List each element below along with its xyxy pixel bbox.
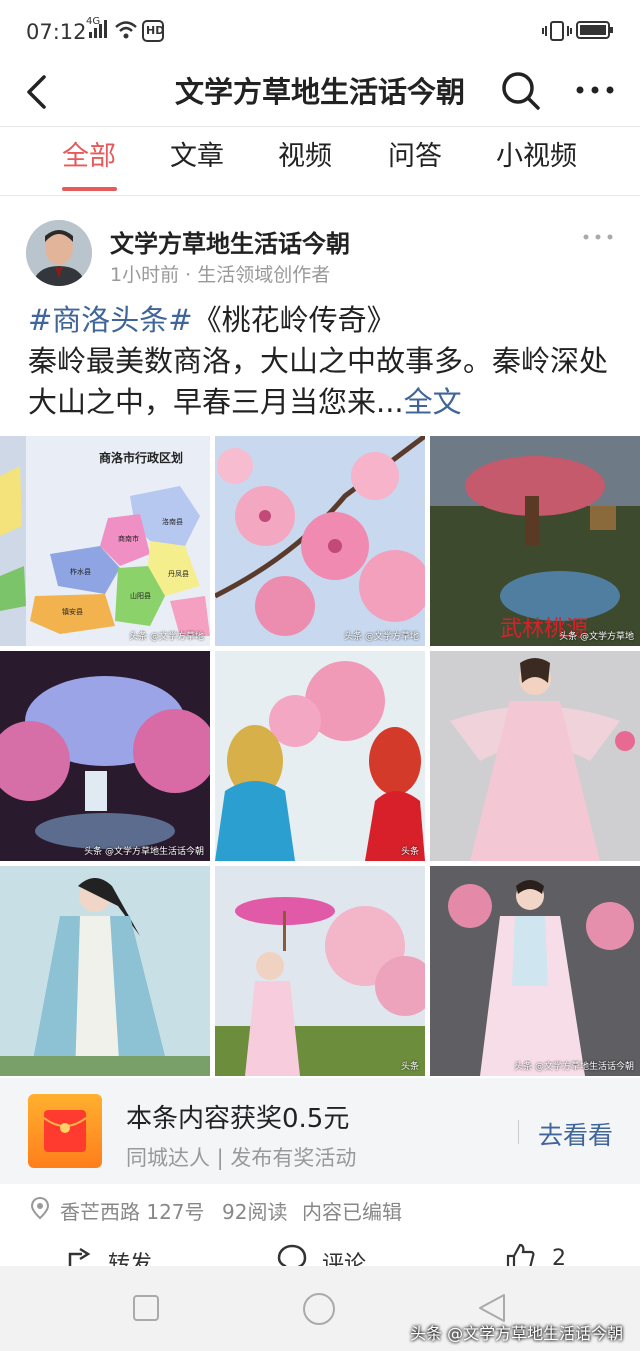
read-count: 92阅读 bbox=[222, 1200, 288, 1224]
post-header: 文学方草地生活话今朝 1小时前 · 生活领域创作者 bbox=[0, 204, 640, 290]
active-tab-indicator bbox=[62, 187, 117, 191]
parasol-girl-image bbox=[215, 866, 425, 1076]
battery-icon bbox=[576, 21, 613, 39]
red-envelope-graphic bbox=[43, 1110, 87, 1152]
location-pin-icon bbox=[30, 1196, 50, 1220]
status-bar: 07:12 4G HD bbox=[0, 0, 640, 62]
waterfall-blossom-image bbox=[0, 651, 210, 861]
full-text-link[interactable]: 全文 bbox=[404, 385, 462, 419]
map-district: 柞水县 bbox=[70, 567, 91, 576]
search-icon bbox=[502, 72, 540, 110]
more-options-button[interactable] bbox=[572, 68, 618, 114]
author-name[interactable]: 文学方草地生活话今朝 bbox=[110, 224, 350, 259]
search-button[interactable] bbox=[498, 68, 544, 114]
grid-image-hanfu[interactable]: 头条 @文学方草地生活话今朝 bbox=[430, 866, 640, 1076]
signal-icon bbox=[89, 20, 107, 38]
grid-image-fantasy[interactable]: 武林桃源 头条 @文学方草地 bbox=[430, 436, 640, 646]
status-time: 07:12 bbox=[26, 20, 87, 44]
top-bar: 文学方草地生活话今朝 bbox=[0, 62, 640, 126]
home-icon[interactable] bbox=[302, 1292, 336, 1326]
avatar[interactable] bbox=[26, 220, 92, 286]
tab-all[interactable]: 全部 bbox=[62, 137, 116, 177]
grid-image-swordsman[interactable] bbox=[0, 866, 210, 1076]
tab-short-videos[interactable]: 小视频 bbox=[496, 137, 577, 177]
map-district: 洛南县 bbox=[162, 517, 183, 526]
wifi-icon bbox=[115, 21, 137, 39]
image-watermark: 头条 @文学方草地生活话今朝 bbox=[84, 847, 204, 857]
vibrate-icon bbox=[542, 21, 572, 41]
comment-button[interactable]: 评论 bbox=[322, 1246, 366, 1266]
grid-image-waterfall[interactable]: 头条 @文学方草地生活话今朝 bbox=[0, 651, 210, 861]
grid-image-parasol[interactable]: 头条 bbox=[215, 866, 425, 1076]
go-see-button[interactable]: 去看看 bbox=[538, 1116, 613, 1152]
post-meta-row: 香芒西路 127号 92阅读 内容已编辑 bbox=[0, 1184, 640, 1234]
tab-articles[interactable]: 文章 bbox=[170, 137, 224, 177]
hashtag-link[interactable]: #商洛头条# bbox=[28, 303, 193, 337]
map-district: 商南市 bbox=[118, 534, 139, 543]
comment-icon[interactable] bbox=[276, 1244, 308, 1266]
grid-image-veiled[interactable]: 头条 bbox=[215, 651, 425, 861]
post-more-button[interactable] bbox=[578, 222, 618, 252]
map-image: 商洛市行政区划 商南市 洛南县 丹凤县 柞水县 山阳县 镇安县 bbox=[0, 436, 210, 646]
divider bbox=[518, 1120, 519, 1144]
tab-bar: 全部 文章 视频 问答 小视频 bbox=[0, 126, 640, 196]
map-district: 山阳县 bbox=[130, 591, 151, 600]
reward-subtitle: 同城达人 | 发布有奖活动 bbox=[126, 1146, 357, 1170]
image-watermark: 头条 bbox=[400, 1062, 419, 1072]
like-count: 2 bbox=[552, 1246, 566, 1266]
share-icon[interactable] bbox=[66, 1246, 94, 1266]
more-dots-icon bbox=[576, 86, 614, 94]
share-button[interactable]: 转发 bbox=[108, 1246, 152, 1266]
image-watermark: 头条 @文学方草地 bbox=[344, 632, 419, 642]
tab-qa[interactable]: 问答 bbox=[388, 137, 442, 177]
page-title: 文学方草地生活话今朝 bbox=[174, 75, 465, 109]
post-text: #商洛头条#《桃花岭传奇》 秦岭最美数商洛，大山之中故事多。秦岭深处大山之中，早… bbox=[28, 300, 618, 423]
avatar-image bbox=[26, 220, 92, 286]
post-body: 秦岭最美数商洛，大山之中故事多。秦岭深处大山之中，早春三月当您来... bbox=[28, 344, 609, 419]
recent-apps-icon[interactable] bbox=[132, 1294, 160, 1322]
author-meta: 1小时前 · 生活领域创作者 bbox=[110, 264, 331, 286]
image-watermark: 头条 bbox=[400, 847, 419, 857]
tab-videos[interactable]: 视频 bbox=[278, 137, 332, 177]
fantasy-tree-image: 武林桃源 bbox=[430, 436, 640, 646]
pink-dress-woman-image bbox=[430, 651, 640, 861]
screenshot-watermark: 头条 @文学方草地生活话今朝 bbox=[410, 1324, 624, 1343]
image-grid: 商洛市行政区划 商南市 洛南县 丹凤县 柞水县 山阳县 镇安县 头条 @文学方草… bbox=[0, 436, 640, 1076]
red-envelope-icon bbox=[28, 1094, 102, 1168]
map-district: 镇安县 bbox=[62, 607, 83, 616]
veiled-women-image bbox=[215, 651, 425, 861]
grid-image-blossom[interactable]: 头条 @文学方草地 bbox=[215, 436, 425, 646]
location-text[interactable]: 香芒西路 127号 bbox=[60, 1196, 205, 1225]
swordsman-image bbox=[0, 866, 210, 1076]
like-icon[interactable] bbox=[504, 1242, 536, 1266]
grid-image-map[interactable]: 商洛市行政区划 商南市 洛南县 丹凤县 柞水县 山阳县 镇安县 头条 @文学方草… bbox=[0, 436, 210, 646]
reward-banner[interactable]: 本条内容获奖0.5元 同城达人 | 发布有奖活动 去看看 bbox=[0, 1078, 640, 1184]
grid-image-pink-dress[interactable] bbox=[430, 651, 640, 861]
image-watermark: 头条 @文学方草地生活话今朝 bbox=[514, 1062, 634, 1072]
more-dots-icon bbox=[583, 234, 613, 240]
image-watermark: 头条 @文学方草地 bbox=[129, 632, 204, 642]
map-district: 丹凤县 bbox=[168, 570, 189, 578]
map-heading: 商洛市行政区划 bbox=[99, 450, 183, 465]
edited-label: 内容已编辑 bbox=[302, 1200, 402, 1224]
image-watermark: 头条 @文学方草地 bbox=[559, 632, 634, 642]
hd-label: HD bbox=[146, 24, 165, 37]
post-title: 《桃花岭传奇》 bbox=[192, 303, 396, 337]
reward-title: 本条内容获奖0.5元 bbox=[126, 1104, 350, 1134]
peach-blossom-image bbox=[215, 436, 425, 646]
post-actions: 转发 评论 2 bbox=[0, 1236, 640, 1266]
hanfu-girl-image bbox=[430, 866, 640, 1076]
